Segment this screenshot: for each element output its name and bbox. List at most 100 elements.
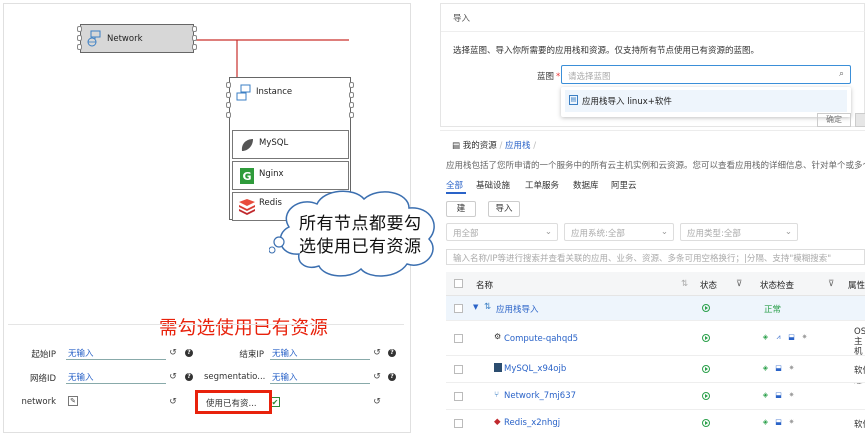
chevron-down-icon: ⌄ [784, 227, 792, 237]
start-ip-field[interactable]: 无输入 [66, 347, 166, 360]
row-checkbox[interactable] [454, 419, 463, 428]
column-attr[interactable]: 属性 [848, 279, 865, 291]
tab-ticket[interactable]: 工单服务 [525, 179, 559, 191]
help-icon[interactable]: ? [185, 349, 193, 357]
status-running-icon [702, 304, 710, 312]
resource-description: 应用栈包括了您所申请的一个服务中的所有云主机实例和云资源。您可以查看应用栈的详细… [446, 161, 865, 171]
table-row[interactable]: ◆ Redis_x2nhgj ◈ ⬓ ✷ 软件 [446, 411, 865, 435]
network-icon [87, 30, 101, 47]
confirm-button[interactable]: 确定 [817, 113, 851, 127]
settings-icon[interactable]: ✷ [787, 364, 796, 373]
check-icon[interactable]: ◈ [761, 364, 770, 373]
column-name[interactable]: 名称 [476, 279, 493, 291]
filter-icon[interactable]: ⊽ [828, 279, 834, 289]
table-header: 名称 ⇅ 状态 ⊽ 状态检查 ⊽ 属性 [446, 272, 865, 296]
compute-icon: ⚙ [494, 332, 502, 341]
tab-infra[interactable]: 基础设施 [476, 179, 510, 191]
nginx-icon: G [240, 168, 254, 184]
form-row-ip: 起始IP 无输入 ↺ ? 结束IP 无输入 ↺ ? [8, 344, 404, 367]
check-icon[interactable]: ◈ [761, 391, 770, 400]
blueprint-select[interactable]: 请选择蓝图 ⌕ [561, 65, 851, 84]
nginx-node-label: Nginx [259, 169, 284, 179]
blueprint-option[interactable]: ▤ 应用栈导入 linux+软件 [565, 90, 847, 112]
mysql-node[interactable]: MySQL [232, 130, 349, 159]
filter-all[interactable]: 用全部 ⌄ [446, 223, 558, 241]
reset-icon[interactable]: ↺ [168, 397, 178, 407]
breadcrumb-root[interactable]: 我的资源 [463, 141, 497, 151]
network-icon: ⑂ [494, 390, 500, 400]
sync-icon[interactable]: ⬓ [774, 364, 783, 373]
row-checkbox[interactable] [454, 304, 463, 313]
check-icon[interactable]: ◈ [761, 333, 770, 342]
sync-icon[interactable]: ⬓ [787, 333, 796, 342]
resource-icon: ▤ [452, 141, 461, 151]
check-icon[interactable]: ◈ [761, 418, 770, 427]
topology-panel: Network Instance MySQL G Nginx Redis 所有节… [3, 3, 435, 433]
help-icon[interactable]: ? [185, 373, 193, 381]
table-row[interactable]: ⚙ Compute-qahqd5 ◈ ⩘ ⬓ ✷ OS主机 IP地址 [446, 322, 865, 387]
expand-icon[interactable]: ▼ [473, 303, 478, 311]
edit-icon[interactable]: ✎ [68, 396, 78, 406]
search-icon: ⌕ [838, 69, 844, 79]
row-checkbox[interactable] [454, 334, 463, 343]
reset-icon[interactable]: ↺ [168, 348, 178, 358]
status-running-icon [702, 365, 710, 373]
instance-icon [236, 84, 251, 101]
filter-icon[interactable]: ⊽ [736, 279, 742, 289]
import-button[interactable]: 导入 [488, 201, 520, 217]
help-icon[interactable]: ? [388, 349, 396, 357]
select-all-checkbox[interactable] [454, 279, 463, 288]
segmentation-field[interactable]: 无输入 [270, 371, 370, 384]
settings-icon[interactable]: ✷ [787, 418, 796, 427]
sort-icon[interactable]: ⇅ [681, 279, 688, 289]
settings-icon[interactable]: ✷ [800, 333, 809, 342]
status-running-icon [702, 334, 710, 342]
start-ip-label: 起始IP [31, 350, 56, 360]
reset-icon[interactable]: ↺ [168, 372, 178, 382]
blueprint-placeholder: 请选择蓝图 [568, 72, 611, 82]
search-input[interactable]: 输入名称/IP等进行搜索并查看关联的应用、业务、资源、多条可用空格换行；|分隔、… [446, 249, 865, 265]
filter-app-system[interactable]: 应用系统:全部 ⌄ [564, 223, 674, 241]
sync-icon[interactable]: ⬓ [774, 391, 783, 400]
reset-icon[interactable]: ↺ [372, 397, 382, 407]
create-button[interactable]: 建 [446, 201, 476, 217]
reset-icon[interactable]: ↺ [372, 348, 382, 358]
chevron-down-icon: ⌄ [544, 227, 552, 237]
segmentation-label: segmentatio... [204, 372, 266, 382]
redis-icon: ◆ [494, 417, 501, 427]
mysql-leaf-icon [241, 139, 253, 151]
dialog-title: 导入 [453, 14, 471, 24]
filter-app-type[interactable]: 应用类型:全部 ⌄ [680, 223, 798, 241]
tab-database[interactable]: 数据库 [573, 179, 599, 191]
network-id-label: 网络ID [29, 374, 56, 384]
table-row[interactable]: ▼ ⇅ 应用栈导入 正常 [446, 296, 865, 321]
end-ip-field[interactable]: 无输入 [270, 347, 370, 360]
column-status-check[interactable]: 状态检查 [760, 279, 794, 291]
svg-text:G: G [242, 170, 251, 183]
sync-icon[interactable]: ⬓ [774, 418, 783, 427]
use-existing-highlight [195, 390, 272, 414]
network-id-field[interactable]: 无输入 [66, 371, 166, 384]
stack-icon: ⇅ [484, 302, 492, 312]
tab-aliyun[interactable]: 阿里云 [611, 179, 637, 191]
mysql-icon [494, 363, 502, 372]
table-row[interactable]: MySQL_x94ojb ◈ ⬓ ✷ 软件 [446, 357, 865, 383]
breadcrumb: ▤ 我的资源 / 应用栈 / [452, 141, 537, 151]
table-row[interactable]: ⑂ Network_7mj637 ◈ ⬓ ✷ [446, 384, 865, 410]
reset-icon[interactable]: ↺ [372, 372, 382, 382]
breadcrumb-current[interactable]: 应用栈 [505, 141, 531, 151]
row-checkbox[interactable] [454, 392, 463, 401]
tab-all[interactable]: 全部 [446, 179, 463, 191]
cancel-button[interactable] [855, 113, 865, 127]
network-node[interactable]: Network [77, 24, 197, 53]
monitor-icon[interactable]: ⩘ [774, 333, 783, 342]
cloud-callout-text: 所有节点都要勾 选使用已有资源 [299, 214, 422, 257]
row-checkbox[interactable] [454, 365, 463, 374]
redis-icon [239, 199, 255, 215]
resource-panel: ▤ 我的资源 / 应用栈 / 应用栈包括了您所申请的一个服务中的所有云主机实例和… [440, 130, 865, 435]
settings-icon[interactable]: ✷ [787, 391, 796, 400]
mysql-node-label: MySQL [259, 138, 289, 148]
help-icon[interactable]: ? [388, 373, 396, 381]
dialog-description: 选择蓝图、导入你所需要的应用栈和资源。仅支持所有节点使用已有资源的蓝图。 [453, 46, 760, 56]
column-status[interactable]: 状态 [700, 279, 717, 291]
